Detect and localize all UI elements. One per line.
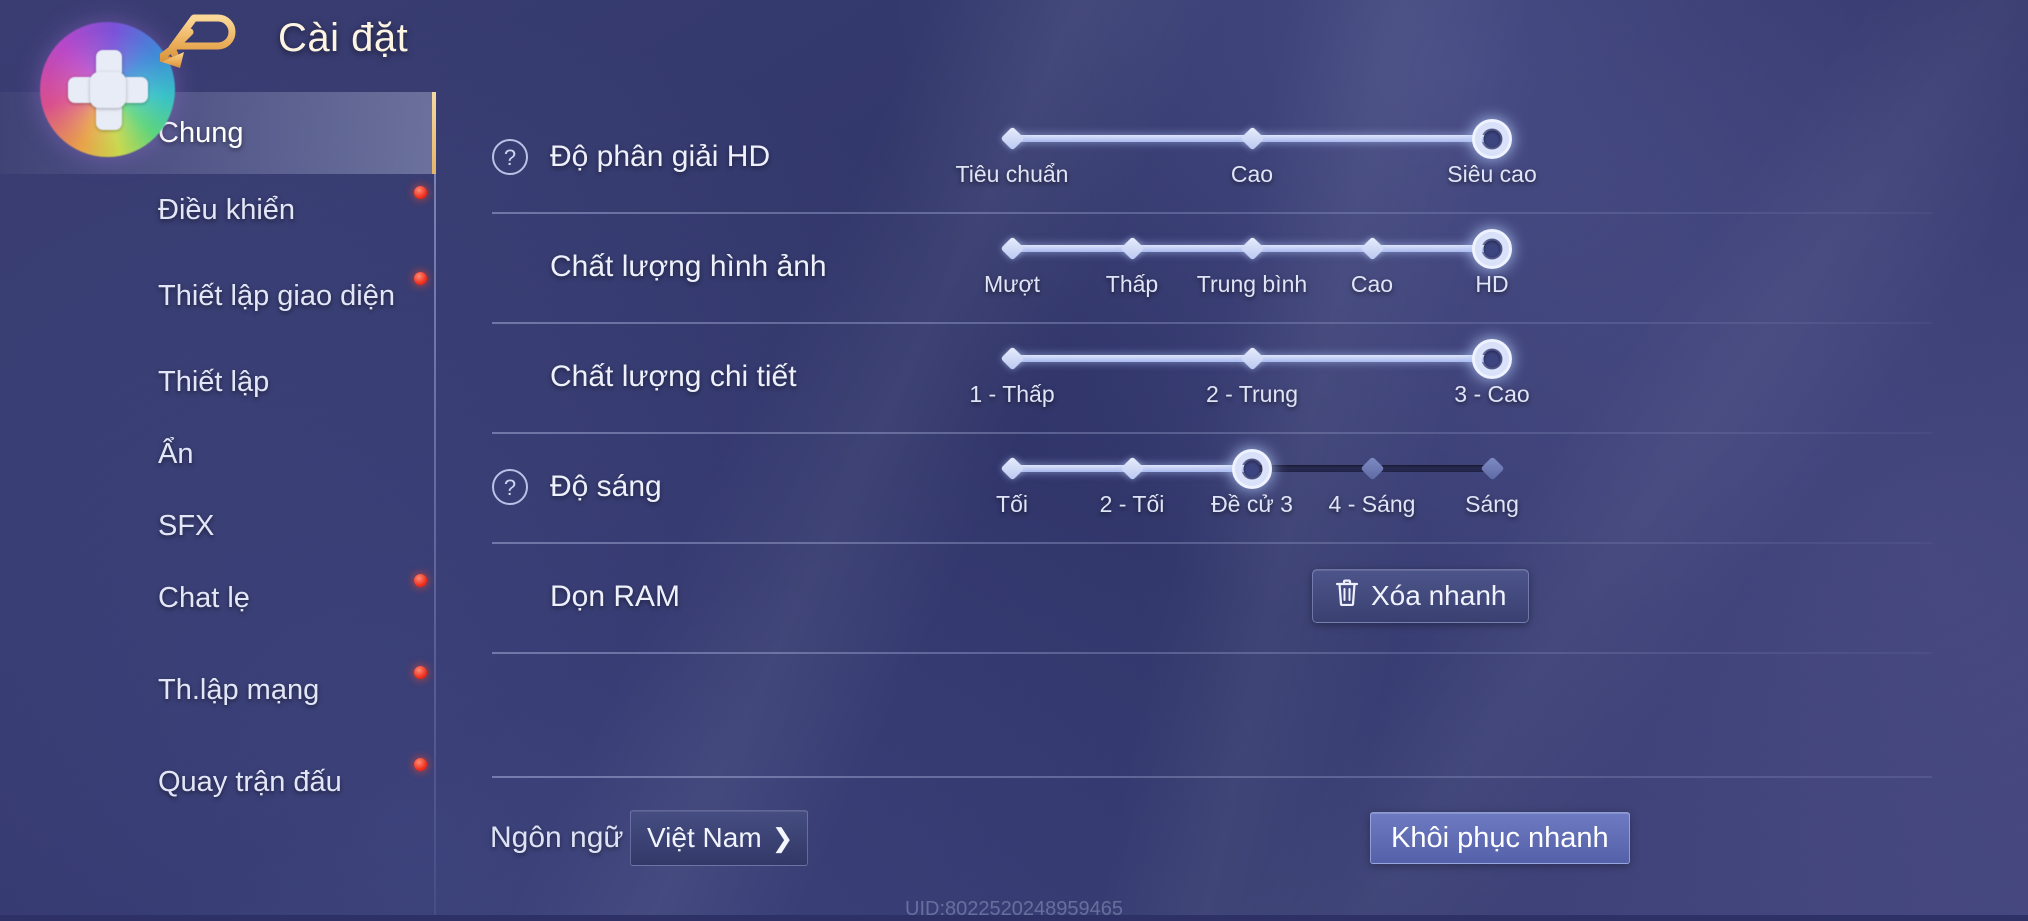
settings-panel: ? Độ phân giải HD Tiêu chuẩn Cao Siêu cao Chấ… [436, 92, 2028, 915]
sidebar-item-label: Ẩn [158, 437, 194, 470]
slider-tick[interactable] [1359, 236, 1385, 261]
slider-stop-label[interactable]: Siêu cao [1447, 161, 1537, 188]
sidebar-item-3[interactable]: Thiết lập giao diện [0, 246, 436, 346]
slider-stop-label[interactable]: Trung bình [1197, 271, 1307, 298]
slider-stop-label[interactable]: HD [1475, 271, 1508, 298]
sidebar-item-label: Chat lẹ [158, 581, 250, 614]
back-arrow-icon[interactable] [156, 12, 238, 70]
slider-stop-label[interactable]: Tối [996, 491, 1028, 518]
sidebar-item-label: Quay trận đấu [158, 765, 342, 798]
clear-ram-button[interactable]: Xóa nhanh [1312, 569, 1530, 623]
language-selector[interactable]: Việt Nam ❯ [630, 810, 809, 866]
slider-stop-labels: Mượt Thấp Trung bình Cao HD [984, 271, 1509, 305]
header-bar: Cài đặt [0, 0, 2028, 157]
settings-row-label: Dọn RAM [550, 580, 681, 613]
slider-stop-labels: 1 - Thấp 2 - Trung 3 - Cao [969, 381, 1529, 415]
slider-tick[interactable] [999, 346, 1025, 371]
slider-stop-label[interactable]: Thấp [1106, 271, 1158, 298]
help-icon[interactable]: ? [492, 139, 528, 175]
clear-ram-button-label: Xóa nhanh [1371, 580, 1507, 611]
chevron-right-icon: ❯ [771, 822, 794, 853]
settings-row-2: Chất lượng hình ảnh Mượt Thấp Trung bình Cao… [492, 212, 1932, 322]
slider-stop-label[interactable]: 1 - Thấp [969, 381, 1054, 408]
sidebar-item-4[interactable]: Thiết lập [0, 346, 436, 418]
slider-tick[interactable] [1479, 456, 1505, 481]
settings-row-5: Dọn RAM Xóa nhanh [492, 542, 1932, 652]
slider-tick[interactable] [1239, 346, 1265, 371]
settings-row-4: ? Độ sáng Tối 2 - Tối Đề cử 3 4 - Sáng Sáng [492, 432, 1932, 542]
sidebar-item-label: Thiết lập [158, 365, 270, 398]
sidebar-notification-dot [414, 186, 427, 199]
settings-row-label: Độ sáng [550, 470, 662, 503]
slider-stop-label[interactable]: 4 - Sáng [1329, 491, 1416, 518]
language-value: Việt Nam [647, 822, 762, 853]
sidebar-item-label: SFX [158, 509, 215, 542]
settings-row-1: ? Độ phân giải HD Tiêu chuẩn Cao Siêu cao [492, 102, 1932, 212]
slider-tick[interactable] [999, 236, 1025, 261]
slider-stop-labels: Tối 2 - Tối Đề cử 3 4 - Sáng Sáng [996, 491, 1519, 525]
restore-button[interactable]: Khôi phục nhanh [1370, 812, 1630, 864]
slider-handle[interactable] [1472, 228, 1512, 269]
slider-tick[interactable] [1239, 126, 1265, 151]
slider-tick[interactable] [999, 456, 1025, 481]
slider-tick[interactable] [1359, 456, 1385, 481]
slider-tick[interactable] [1119, 236, 1145, 261]
language-label: Ngôn ngữ [490, 821, 624, 854]
page-title: Cài đặt [278, 16, 409, 60]
slider-handle[interactable] [1472, 118, 1512, 159]
slider-handle[interactable] [1472, 338, 1512, 379]
sidebar-notification-dot [414, 758, 427, 771]
sidebar-item-8[interactable]: Th.lập mạng [0, 654, 436, 726]
sidebar-item-9[interactable]: Quay trận đấu [0, 746, 436, 818]
sidebar-notification-dot [414, 272, 427, 285]
slider-handle[interactable] [1232, 448, 1272, 489]
sidebar-item-5[interactable]: Ẩn [0, 418, 436, 490]
slider-tick[interactable] [999, 126, 1025, 151]
slider-stop-label[interactable]: Sáng [1465, 491, 1519, 518]
slider-stop-label[interactable]: 2 - Trung [1206, 381, 1298, 408]
slider-stop-label[interactable]: 2 - Tối [1100, 491, 1165, 518]
settings-row-label: Độ phân giải HD [550, 140, 771, 173]
settings-row-label: Chất lượng chi tiết [550, 360, 797, 393]
slider-tick[interactable] [1239, 236, 1265, 261]
footer-divider [492, 776, 1932, 778]
gamepad-dpad-icon [40, 22, 175, 157]
slider-stop-labels: Tiêu chuẩn Cao Siêu cao [956, 161, 1537, 195]
settings-row-3: Chất lượng chi tiết 1 - Thấp 2 - Trung 3 - … [492, 322, 1932, 432]
slider-stop-label[interactable]: 3 - Cao [1454, 381, 1529, 408]
slider-stop-label[interactable]: Đề cử 3 [1211, 491, 1293, 518]
slider-stop-label[interactable]: Tiêu chuẩn [956, 161, 1069, 188]
sidebar-notification-dot [414, 574, 427, 587]
slider-stop-label[interactable]: Cao [1351, 271, 1393, 298]
sidebar-item-6[interactable]: SFX [0, 490, 436, 562]
sidebar: Chung Điều khiển Thiết lập giao diện Thiết … [0, 92, 436, 915]
slider-tick[interactable] [1119, 456, 1145, 481]
sidebar-item-label: Th.lập mạng [158, 673, 320, 706]
restore-button-label: Khôi phục nhanh [1391, 821, 1609, 854]
help-icon[interactable]: ? [492, 469, 528, 505]
row-divider [492, 652, 1932, 654]
sidebar-item-label: Điều khiển [158, 193, 296, 226]
slider-stop-label[interactable]: Cao [1231, 161, 1273, 188]
settings-row-label: Chất lượng hình ảnh [550, 250, 827, 283]
sidebar-item-label: Chung [158, 116, 244, 149]
trash-icon [1335, 579, 1359, 613]
sidebar-item-2[interactable]: Điều khiển [0, 174, 436, 246]
sidebar-item-7[interactable]: Chat lẹ [0, 562, 436, 634]
slider-stop-label[interactable]: Mượt [984, 271, 1040, 298]
sidebar-item-label: Thiết lập giao diện [158, 279, 395, 312]
sidebar-notification-dot [414, 666, 427, 679]
